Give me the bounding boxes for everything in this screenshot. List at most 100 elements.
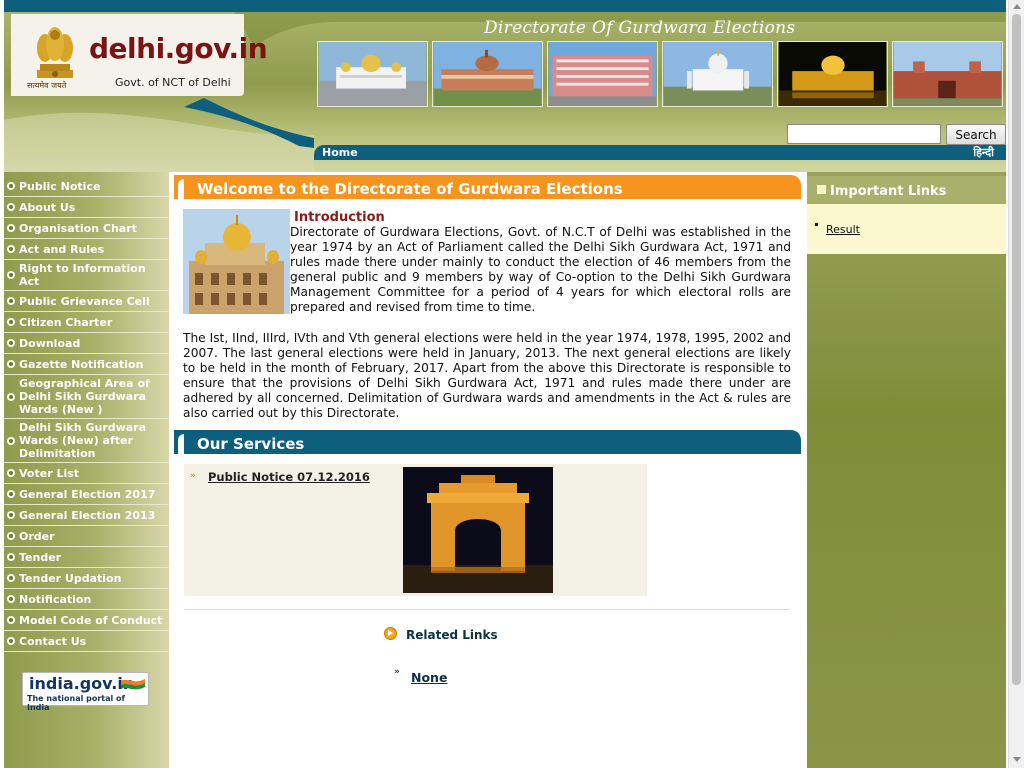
photo-rashtrapati-bhavan: [432, 41, 543, 107]
sidebar-item-label: Download: [19, 336, 81, 350]
logo-area[interactable]: सत्यमेव जयते delhi.gov.in Govt. of NCT o…: [11, 14, 268, 96]
heading-tab: [178, 179, 184, 199]
sidebar-item-delimitation[interactable]: Delhi Sikh Gurdwara Wards (New) after De…: [4, 419, 169, 463]
bullet-icon: [7, 574, 15, 582]
bullet-icon: [7, 360, 15, 368]
emblem-icon: [37, 27, 73, 78]
sidebar-item-label: Citizen Charter: [19, 315, 113, 329]
bullet-icon: [7, 490, 15, 498]
sidebar-item-geographical-area[interactable]: Geographical Area of Delhi Sikh Gurdwara…: [4, 375, 169, 419]
bullet-icon: [7, 616, 15, 624]
photo-delhi-secretariat: [547, 41, 658, 107]
sidebar-item-label: Model Code of Conduct: [19, 613, 163, 627]
sidebar-item-rti[interactable]: Right to Information Act: [4, 260, 169, 291]
vertical-scrollbar[interactable]: [1008, 0, 1024, 768]
bullet-icon: [7, 392, 15, 401]
sidebar-item-label: Tender Updation: [19, 571, 122, 585]
bullet-icon: [7, 511, 15, 519]
photo-gurdwara-bangla-sahib: [317, 41, 428, 107]
sidebar-item-label: General Election 2017: [19, 487, 156, 501]
department-title: Directorate Of Gurdwara Elections: [484, 18, 796, 38]
sidebar-item-contact-us[interactable]: Contact Us: [4, 631, 169, 652]
welcome-heading-text: Welcome to the Directorate of Gurdwara E…: [197, 180, 623, 198]
sidebar-item-voter-list[interactable]: Voter List: [4, 463, 169, 484]
sidebar-item-download[interactable]: Download: [4, 333, 169, 354]
scroll-up-arrow-icon[interactable]: [1013, 4, 1021, 9]
top-bar: [4, 0, 1006, 12]
sidebar-item-grievance[interactable]: Public Grievance Cell: [4, 291, 169, 312]
important-links-list: Result: [807, 204, 1006, 254]
intro-paragraph: Directorate of Gurdwara Elections, Govt.…: [290, 225, 791, 314]
portal-name: india.gov.in: [29, 674, 135, 693]
search-input[interactable]: [787, 124, 941, 144]
related-link-none[interactable]: None: [411, 670, 447, 685]
intro-image-gurdwara: [183, 209, 290, 314]
photo-red-fort: [892, 41, 1003, 107]
arrow-icon: »: [190, 471, 196, 481]
bullet-icon: [7, 339, 15, 347]
sidebar-item-order[interactable]: Order: [4, 526, 169, 547]
services-box: » Public Notice 07.12.2016: [184, 464, 647, 596]
sidebar-item-label: Tender: [19, 550, 62, 564]
sidebar-menu: Public Notice About Us Organisation Char…: [4, 176, 169, 652]
photo-golden-temple-night: [777, 41, 888, 107]
nav-hindi-link[interactable]: हिन्दी: [973, 145, 994, 160]
sidebar-item-notification[interactable]: Notification: [4, 589, 169, 610]
sidebar-item-label: About Us: [19, 200, 76, 214]
sidebar-item-organisation-chart[interactable]: Organisation Chart: [4, 218, 169, 239]
sidebar: Public Notice About Us Organisation Char…: [4, 172, 169, 768]
important-links-title: Important Links: [830, 184, 947, 199]
sidebar-item-label: Order: [19, 529, 55, 543]
bullet-icon: [7, 271, 15, 279]
sidebar-item-act-and-rules[interactable]: Act and Rules: [4, 239, 169, 260]
bullet-icon: [7, 595, 15, 603]
scroll-thumb[interactable]: [1012, 14, 1021, 685]
sidebar-item-model-code[interactable]: Model Code of Conduct: [4, 610, 169, 631]
sidebar-item-citizen-charter[interactable]: Citizen Charter: [4, 312, 169, 333]
sidebar-item-tender[interactable]: Tender: [4, 547, 169, 568]
right-column: Important Links Result: [807, 172, 1006, 768]
bullet-icon: [7, 224, 15, 232]
site-name[interactable]: delhi.gov.in: [89, 32, 268, 65]
scroll-down-arrow-icon[interactable]: [1013, 757, 1021, 762]
bullet-icon: [7, 436, 15, 445]
services-heading-text: Our Services: [197, 435, 305, 453]
sidebar-item-label: Gazette Notification: [19, 357, 144, 371]
sidebar-item-label: Delhi Sikh Gurdwara Wards (New) after De…: [19, 421, 147, 460]
nav-bar: Home हिन्दी: [314, 145, 1006, 160]
public-notice-link[interactable]: Public Notice 07.12.2016: [208, 470, 370, 484]
bullet-icon: [7, 297, 15, 305]
page: सत्यमेव जयते delhi.gov.in Govt. of NCT o…: [0, 0, 1024, 768]
sidebar-item-public-notice[interactable]: Public Notice: [4, 176, 169, 197]
bullet-icon: [7, 318, 15, 326]
sidebar-item-election-2017[interactable]: General Election 2017: [4, 484, 169, 505]
sidebar-item-tender-updation[interactable]: Tender Updation: [4, 568, 169, 589]
important-links-header: Important Links: [807, 176, 1006, 204]
india-gate-image: [403, 467, 553, 593]
photo-gurdwara-white: [662, 41, 773, 107]
main-content: Welcome to the Directorate of Gurdwara E…: [169, 172, 807, 768]
sidebar-item-label: Public Grievance Cell: [19, 294, 150, 308]
sidebar-item-election-2013[interactable]: General Election 2013: [4, 505, 169, 526]
sidebar-item-label: Geographical Area of Delhi Sikh Gurdwara…: [19, 377, 150, 416]
sidebar-item-about-us[interactable]: About Us: [4, 197, 169, 218]
search-button[interactable]: Search: [946, 124, 1006, 145]
bullet-icon: [7, 532, 15, 540]
services-heading: Our Services: [174, 430, 801, 454]
header: सत्यमेव जयते delhi.gov.in Govt. of NCT o…: [4, 12, 1006, 172]
important-link-result[interactable]: Result: [826, 223, 860, 236]
sidebar-item-label: Voter List: [19, 466, 80, 480]
nav-home-link[interactable]: Home: [322, 146, 358, 159]
site-subtitle: Govt. of NCT of Delhi: [115, 76, 231, 89]
sidebar-item-label: Notification: [19, 592, 92, 606]
portal-tagline: The national portal of India: [27, 694, 126, 712]
heading-tab: [178, 434, 184, 454]
sidebar-item-label: General Election 2013: [19, 508, 156, 522]
bullet-icon: [7, 637, 15, 645]
sidebar-item-gazette[interactable]: Gazette Notification: [4, 354, 169, 375]
intro-title: Introduction: [294, 210, 385, 225]
bullet-icon: [7, 203, 15, 211]
history-paragraph: The Ist, IInd, IIIrd, IVth and Vth gener…: [183, 331, 791, 420]
related-links-title: Related Links: [406, 628, 498, 642]
india-gov-portal-link[interactable]: india.gov.in The national portal of Indi…: [22, 672, 149, 712]
